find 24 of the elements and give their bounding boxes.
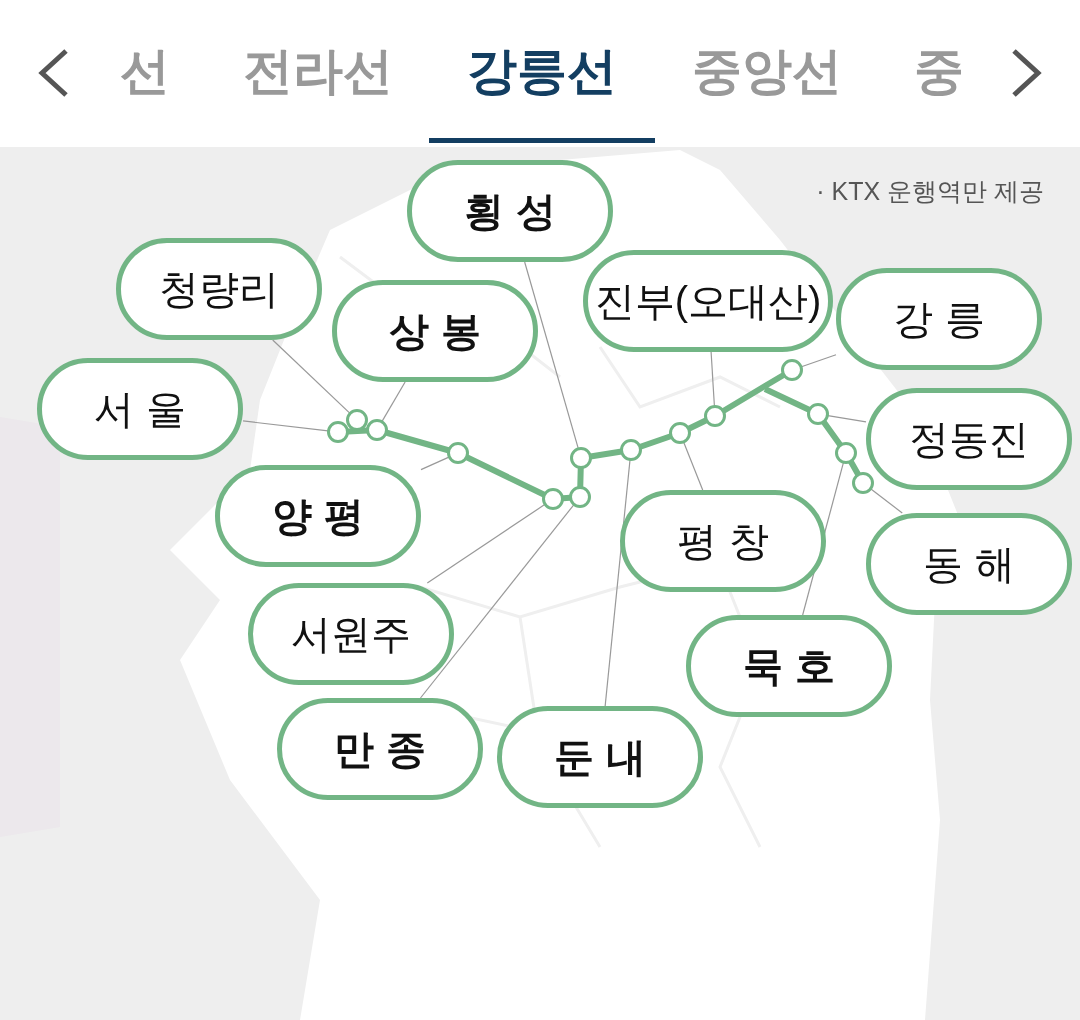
chevron-left-icon[interactable]	[36, 48, 70, 98]
station-label[interactable]: 서원주	[248, 583, 454, 685]
leader-line	[827, 415, 867, 423]
station-label[interactable]: 묵 호	[686, 615, 892, 717]
leader-line	[381, 381, 406, 422]
station-label[interactable]: 강 릉	[836, 268, 1042, 370]
station-label[interactable]: 동 해	[866, 513, 1072, 615]
station-label[interactable]: 양 평	[215, 465, 421, 567]
station-label[interactable]: 상 봉	[332, 280, 538, 382]
leader-line	[710, 351, 715, 407]
station-label[interactable]: 횡 성	[407, 160, 613, 262]
leader-line	[870, 488, 903, 514]
station-label[interactable]: 정동진	[866, 388, 1072, 490]
note-text: · KTX 운행역만 제공	[816, 176, 1044, 207]
leader-line	[683, 441, 704, 491]
leader-line	[420, 456, 450, 471]
station-label[interactable]: 둔 내	[497, 706, 703, 808]
chevron-right-icon[interactable]	[1010, 48, 1044, 98]
station-label[interactable]: 청량리	[116, 238, 322, 340]
station-label[interactable]: 진부(오대산)	[583, 250, 833, 352]
station-label[interactable]: 만 종	[277, 698, 483, 800]
station-label[interactable]: 평 창	[620, 490, 826, 592]
leader-line	[800, 354, 837, 368]
station-label[interactable]: 서 울	[37, 358, 243, 460]
